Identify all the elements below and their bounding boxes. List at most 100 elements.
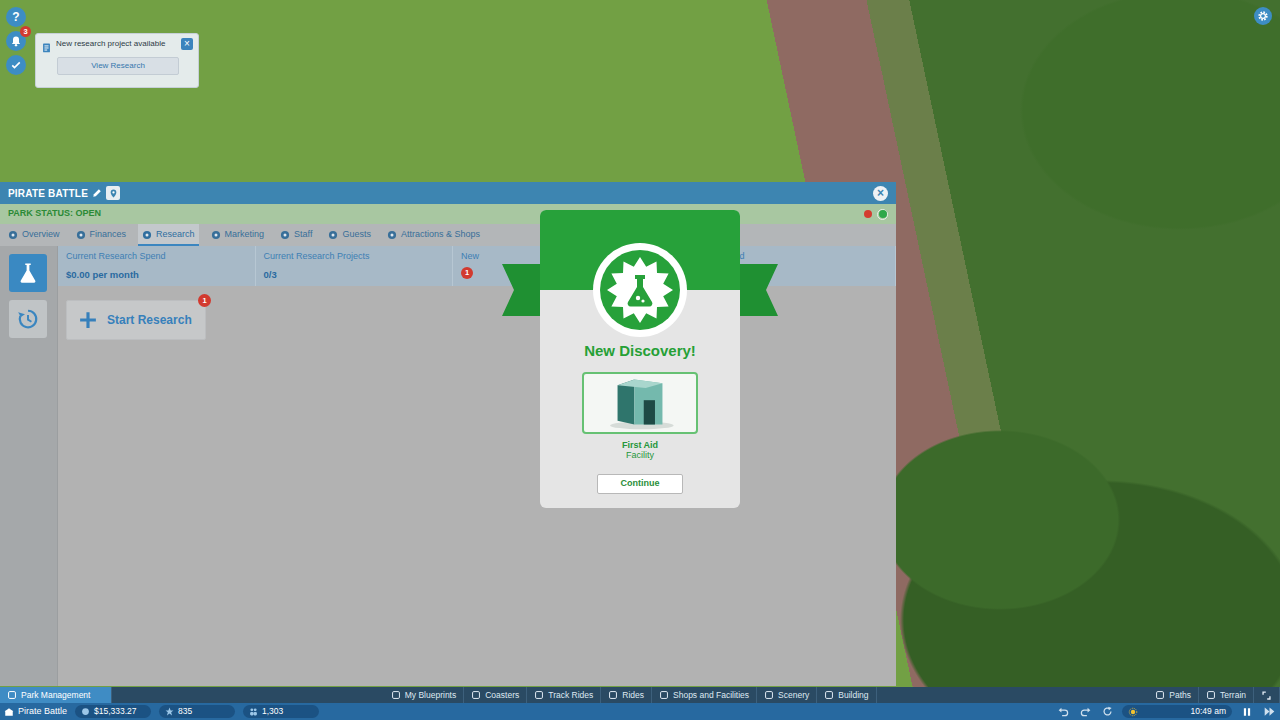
bell-icon xyxy=(10,35,22,47)
open-close-toggle[interactable] xyxy=(862,209,888,220)
park-icon xyxy=(4,707,14,717)
rotate-icon xyxy=(1102,706,1113,717)
toolbar-label: My Blueprints xyxy=(405,689,457,702)
research-notification[interactable]: New research project available × View Re… xyxy=(35,33,199,88)
continue-button[interactable]: Continue xyxy=(597,474,683,494)
start-research-button[interactable]: Start Research 1 xyxy=(66,300,206,340)
coins-icon xyxy=(81,707,90,716)
history-icon xyxy=(17,308,39,330)
speed-button[interactable] xyxy=(1262,705,1276,719)
window-title-bar[interactable]: PIRATE BATTLE × xyxy=(0,182,896,204)
game-view[interactable]: ? 3 New research project available × Vie… xyxy=(0,0,1280,687)
toolbar-right: Paths Terrain xyxy=(1148,687,1254,703)
toolbar-button[interactable]: Track Rides xyxy=(527,687,601,703)
money-pill[interactable]: $15,333.27 xyxy=(75,705,151,718)
window-tab[interactable]: Attractions & Shops xyxy=(383,224,484,246)
toolbar-button[interactable]: My Blueprints xyxy=(384,687,465,703)
status-light[interactable] xyxy=(862,209,873,220)
window-tabs: Overview Finances Research Marketing Staff Gu… xyxy=(0,224,896,246)
park-name: PIRATE BATTLE xyxy=(8,186,88,201)
toolbar-icon xyxy=(7,690,17,700)
tab-icon xyxy=(328,230,338,240)
toolbar-icon xyxy=(534,690,544,700)
window-tab[interactable]: Research xyxy=(138,224,199,246)
view-research-button[interactable]: View Research xyxy=(57,57,179,75)
toolbar-icon xyxy=(764,690,774,700)
undo-icon xyxy=(1058,706,1069,717)
pause-icon xyxy=(1242,707,1252,717)
status-dot xyxy=(864,210,872,218)
objectives-button[interactable] xyxy=(6,55,26,75)
research-tab-button[interactable] xyxy=(9,254,47,292)
settings-button[interactable] xyxy=(1254,7,1272,25)
research-history-button[interactable] xyxy=(9,300,47,338)
undo-button[interactable] xyxy=(1056,705,1070,719)
toolbar-left: Park Management xyxy=(0,687,112,703)
toolbar-button[interactable]: Rides xyxy=(601,687,652,703)
toolbar-button[interactable]: Shops and Facilities xyxy=(652,687,757,703)
toolbar-label: Paths xyxy=(1169,689,1191,702)
toolbar-button[interactable]: Paths xyxy=(1148,687,1199,703)
item-name: First Aid xyxy=(622,440,658,450)
research-sidebar xyxy=(0,246,58,686)
tab-label: Staff xyxy=(294,228,312,242)
locate-button[interactable] xyxy=(106,186,120,200)
toolbar-button[interactable]: Terrain xyxy=(1199,687,1254,703)
toolbar-icon xyxy=(659,690,669,700)
discovery-dialog[interactable]: New Discovery! First Aid Facility Contin… xyxy=(540,210,740,508)
dialog-heading: New Discovery! xyxy=(584,342,696,360)
flask-icon xyxy=(17,262,39,284)
stat-badge: 1 xyxy=(461,267,473,279)
toolbar-label: Building xyxy=(838,689,868,702)
rating-pill[interactable]: 835 xyxy=(159,705,235,718)
toolbar-label: Rides xyxy=(622,689,644,702)
window-tab[interactable]: Staff xyxy=(276,224,316,246)
tab-label: Marketing xyxy=(225,228,265,242)
guests-pill[interactable]: 1,303 xyxy=(243,705,319,718)
tab-icon xyxy=(142,230,152,240)
toolbar-button[interactable]: Coasters xyxy=(464,687,527,703)
tab-label: Research xyxy=(156,228,195,242)
pause-button[interactable] xyxy=(1240,705,1254,719)
stat-cell: Current Research Spend$0.00 per month xyxy=(58,246,256,286)
time-pill[interactable]: 10:49 am xyxy=(1122,705,1232,718)
toolbar-icon xyxy=(608,690,618,700)
tab-icon xyxy=(211,230,221,240)
park-name-status: Pirate Battle xyxy=(18,705,67,719)
notification-close-button[interactable]: × xyxy=(181,38,193,50)
redo-button[interactable] xyxy=(1078,705,1092,719)
star-icon xyxy=(165,707,174,716)
item-type: Facility xyxy=(626,450,654,460)
pencil-icon[interactable] xyxy=(92,188,102,198)
dialog-header xyxy=(540,210,740,290)
toolbar-extra-button[interactable] xyxy=(1254,687,1280,703)
tab-label: Guests xyxy=(342,228,371,242)
location-pin-icon xyxy=(109,189,118,198)
toolbar-icon xyxy=(391,690,401,700)
window-tab[interactable]: Guests xyxy=(324,224,375,246)
tab-icon xyxy=(8,230,18,240)
start-research-badge: 1 xyxy=(198,294,211,307)
park-management-window[interactable]: PIRATE BATTLE × PARK STATUS: OPEN Overvi… xyxy=(0,182,896,686)
status-bar: Pirate Battle $15,333.27 835 1,303 10:49… xyxy=(0,703,1280,720)
toolbar-label: Terrain xyxy=(1220,689,1246,702)
sun-icon xyxy=(1128,707,1138,717)
window-tab[interactable]: Overview xyxy=(4,224,64,246)
rotate-button[interactable] xyxy=(1100,705,1114,719)
toolbar-icon xyxy=(471,690,481,700)
tab-label: Attractions & Shops xyxy=(401,228,480,242)
window-tab[interactable]: Marketing xyxy=(207,224,269,246)
status-light[interactable] xyxy=(877,209,888,220)
redo-icon xyxy=(1080,706,1091,717)
guests-icon xyxy=(249,707,258,716)
close-window-button[interactable]: × xyxy=(873,186,888,201)
window-tab[interactable]: Finances xyxy=(72,224,131,246)
notifications-button[interactable]: 3 xyxy=(6,31,26,51)
start-research-label: Start Research xyxy=(107,311,192,329)
toolbar-button[interactable]: Scenery xyxy=(757,687,817,703)
toolbar-button[interactable]: Building xyxy=(817,687,876,703)
help-button[interactable]: ? xyxy=(6,7,26,27)
guest-count: 1,303 xyxy=(262,705,283,718)
toolbar-button[interactable]: Park Management xyxy=(0,687,112,703)
fast-forward-icon xyxy=(1264,706,1275,717)
